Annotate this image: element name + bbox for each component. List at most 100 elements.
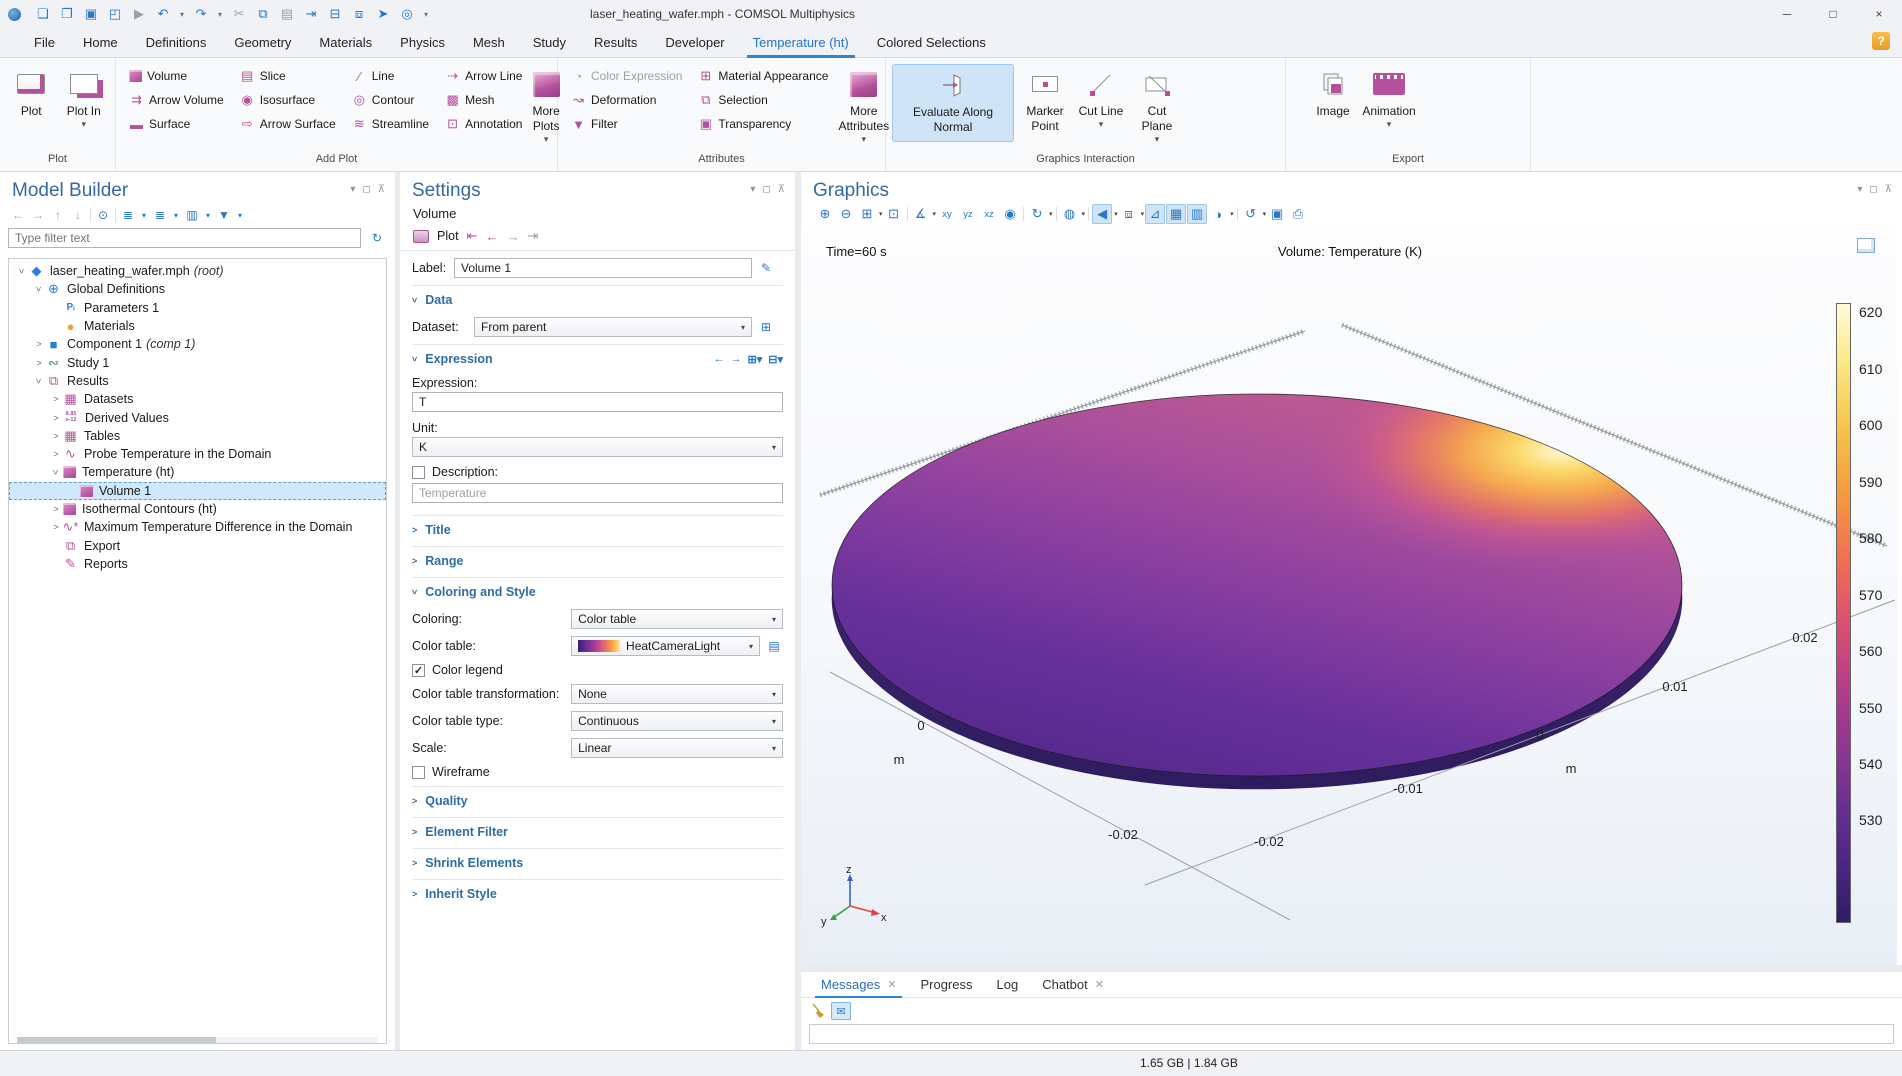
update-plot-icon[interactable] xyxy=(1241,204,1261,224)
section-shrink-elements[interactable]: Shrink Elements xyxy=(412,848,783,873)
section-data[interactable]: Data xyxy=(412,285,783,310)
chevron-down-icon[interactable]: ▾ xyxy=(879,210,883,218)
pin-panel-icon[interactable]: ⊼ xyxy=(778,184,785,195)
save-as-icon[interactable] xyxy=(103,4,127,24)
chevron-down-icon[interactable]: ▾ xyxy=(1263,210,1267,218)
section-title[interactable]: Title xyxy=(412,515,783,540)
plot-in-button[interactable]: Plot In▾ xyxy=(59,64,110,142)
show-color-legend-icon[interactable] xyxy=(1187,204,1207,224)
tree-item-probe-temperature[interactable]: Probe Temperature in the Domain xyxy=(9,445,386,463)
tree-horizontal-scrollbar[interactable] xyxy=(17,1037,378,1043)
close-tab-icon[interactable]: ✕ xyxy=(1095,978,1104,991)
ribbon-selection-button[interactable]: Selection xyxy=(691,88,835,112)
show-axes-icon[interactable] xyxy=(1145,204,1165,224)
rename-icon[interactable]: ✎ xyxy=(757,259,775,277)
panel-menu-icon[interactable]: ▾ xyxy=(750,184,755,195)
redo-icon[interactable] xyxy=(189,4,213,24)
help-icon[interactable]: ? xyxy=(1872,32,1890,50)
previous-plot-icon[interactable]: ← xyxy=(485,229,498,244)
clear-messages-icon[interactable] xyxy=(811,1003,825,1019)
section-inherit-style[interactable]: Inherit Style xyxy=(412,879,783,904)
view-xz-icon[interactable] xyxy=(979,204,999,224)
search-icon[interactable] xyxy=(395,4,419,24)
settings-plot-button[interactable]: Plot xyxy=(437,229,459,243)
panel-menu-icon[interactable]: ▾ xyxy=(350,184,355,195)
more-attributes-button[interactable]: More Attributes▾ xyxy=(837,64,890,149)
first-plot-icon[interactable]: ⇤ xyxy=(467,228,478,244)
expand-dropdown-icon[interactable] xyxy=(170,206,182,224)
float-panel-icon[interactable]: ◻ xyxy=(362,184,370,195)
scene-light-icon[interactable] xyxy=(1060,204,1080,224)
section-element-filter[interactable]: Element Filter xyxy=(412,817,783,842)
select-box-icon[interactable] xyxy=(347,4,371,24)
tab-materials[interactable]: Materials xyxy=(305,28,386,58)
ribbon-transparency-button[interactable]: Transparency xyxy=(691,112,835,136)
tab-physics[interactable]: Physics xyxy=(386,28,459,58)
tab-file[interactable]: File xyxy=(20,28,69,58)
ribbon-arrow-surface-button[interactable]: Arrow Surface xyxy=(233,112,343,136)
chevron-expanded-icon[interactable] xyxy=(15,266,29,276)
zoom-extents-icon[interactable] xyxy=(884,204,904,224)
move-down-icon[interactable] xyxy=(68,206,88,224)
pointer-icon[interactable] xyxy=(371,4,395,24)
chevron-collapsed-icon[interactable] xyxy=(49,394,63,404)
tab-log[interactable]: Log xyxy=(985,972,1031,998)
tree-filter-input[interactable] xyxy=(8,228,361,248)
ribbon-annotation-button[interactable]: Annotation xyxy=(438,112,529,136)
tree-item-study[interactable]: Study 1 xyxy=(9,353,386,371)
forward-icon[interactable] xyxy=(28,206,48,224)
tree-filter-icon[interactable] xyxy=(214,206,234,224)
view-yz-icon[interactable] xyxy=(958,204,978,224)
tree-item-max-temp-difference[interactable]: Maximum Temperature Difference in the Do… xyxy=(9,518,386,536)
more-plots-button[interactable]: More Plots▾ xyxy=(531,64,560,149)
plot-windows-icon[interactable] xyxy=(1857,238,1875,253)
ribbon-isosurface-button[interactable]: Isosurface xyxy=(233,88,343,112)
tab-definitions[interactable]: Definitions xyxy=(132,28,221,58)
transformation-dropdown[interactable]: None▾ xyxy=(571,684,783,704)
chevron-collapsed-icon[interactable] xyxy=(32,339,46,349)
color-table-type-dropdown[interactable]: Continuous▾ xyxy=(571,711,783,731)
ribbon-deformation-button[interactable]: Deformation xyxy=(564,88,689,112)
tree-item-datasets[interactable]: Datasets xyxy=(9,390,386,408)
chevron-collapsed-icon[interactable] xyxy=(49,522,63,532)
chevron-expanded-icon[interactable] xyxy=(32,284,46,294)
tree-item-root[interactable]: laser_heating_wafer.mph(root) xyxy=(9,262,386,280)
tab-progress[interactable]: Progress xyxy=(908,972,984,998)
orthographic-projection-icon[interactable] xyxy=(1000,204,1020,224)
save-icon[interactable] xyxy=(79,4,103,24)
snapshot-icon[interactable] xyxy=(1267,204,1287,224)
tab-geometry[interactable]: Geometry xyxy=(220,28,305,58)
go-to-source-icon[interactable]: ⊞ xyxy=(757,318,775,336)
chevron-collapsed-icon[interactable] xyxy=(49,449,63,459)
panel-menu-icon[interactable]: ▾ xyxy=(1857,184,1862,195)
print-icon[interactable] xyxy=(1288,204,1308,224)
view-xy-icon[interactable] xyxy=(937,204,957,224)
insert-expression-icon[interactable]: ⊟▾ xyxy=(768,353,783,366)
zoom-in-icon[interactable] xyxy=(815,204,835,224)
nodes-dropdown-icon[interactable] xyxy=(202,206,214,224)
ribbon-arrow-line-button[interactable]: Arrow Line xyxy=(438,64,529,88)
tab-temperature-ht[interactable]: Temperature (ht) xyxy=(739,28,863,58)
tab-messages[interactable]: Messages✕ xyxy=(809,972,908,998)
ribbon-arrow-volume-button[interactable]: Arrow Volume xyxy=(122,88,231,112)
go-to-default-view-icon[interactable] xyxy=(911,204,931,224)
rotate-icon[interactable] xyxy=(1027,204,1047,224)
tree-item-volume-1[interactable]: Volume 1 xyxy=(9,482,386,500)
tree-item-materials[interactable]: Materials xyxy=(9,317,386,335)
tree-item-reports[interactable]: Reports xyxy=(9,555,386,573)
expression-input[interactable] xyxy=(412,392,783,412)
section-coloring-and-style[interactable]: Coloring and Style xyxy=(412,577,783,602)
float-panel-icon[interactable]: ◻ xyxy=(1869,184,1877,195)
dataset-dropdown[interactable]: From parent▾ xyxy=(474,317,752,337)
collapse-all-icon[interactable] xyxy=(118,206,138,224)
color-table-dropdown[interactable]: HeatCameraLight▾ xyxy=(571,636,760,656)
pin-panel-icon[interactable]: ⊼ xyxy=(1885,184,1892,195)
ribbon-mesh-button[interactable]: Mesh xyxy=(438,88,529,112)
chevron-down-icon[interactable]: ▾ xyxy=(933,210,937,218)
chevron-down-icon[interactable]: ▾ xyxy=(1114,210,1118,218)
ribbon-material-appearance-button[interactable]: Material Appearance xyxy=(691,64,835,88)
ribbon-slice-button[interactable]: Slice xyxy=(233,64,343,88)
ribbon-contour-button[interactable]: Contour xyxy=(345,88,436,112)
description-input[interactable] xyxy=(412,483,783,503)
chevron-collapsed-icon[interactable] xyxy=(49,431,63,441)
